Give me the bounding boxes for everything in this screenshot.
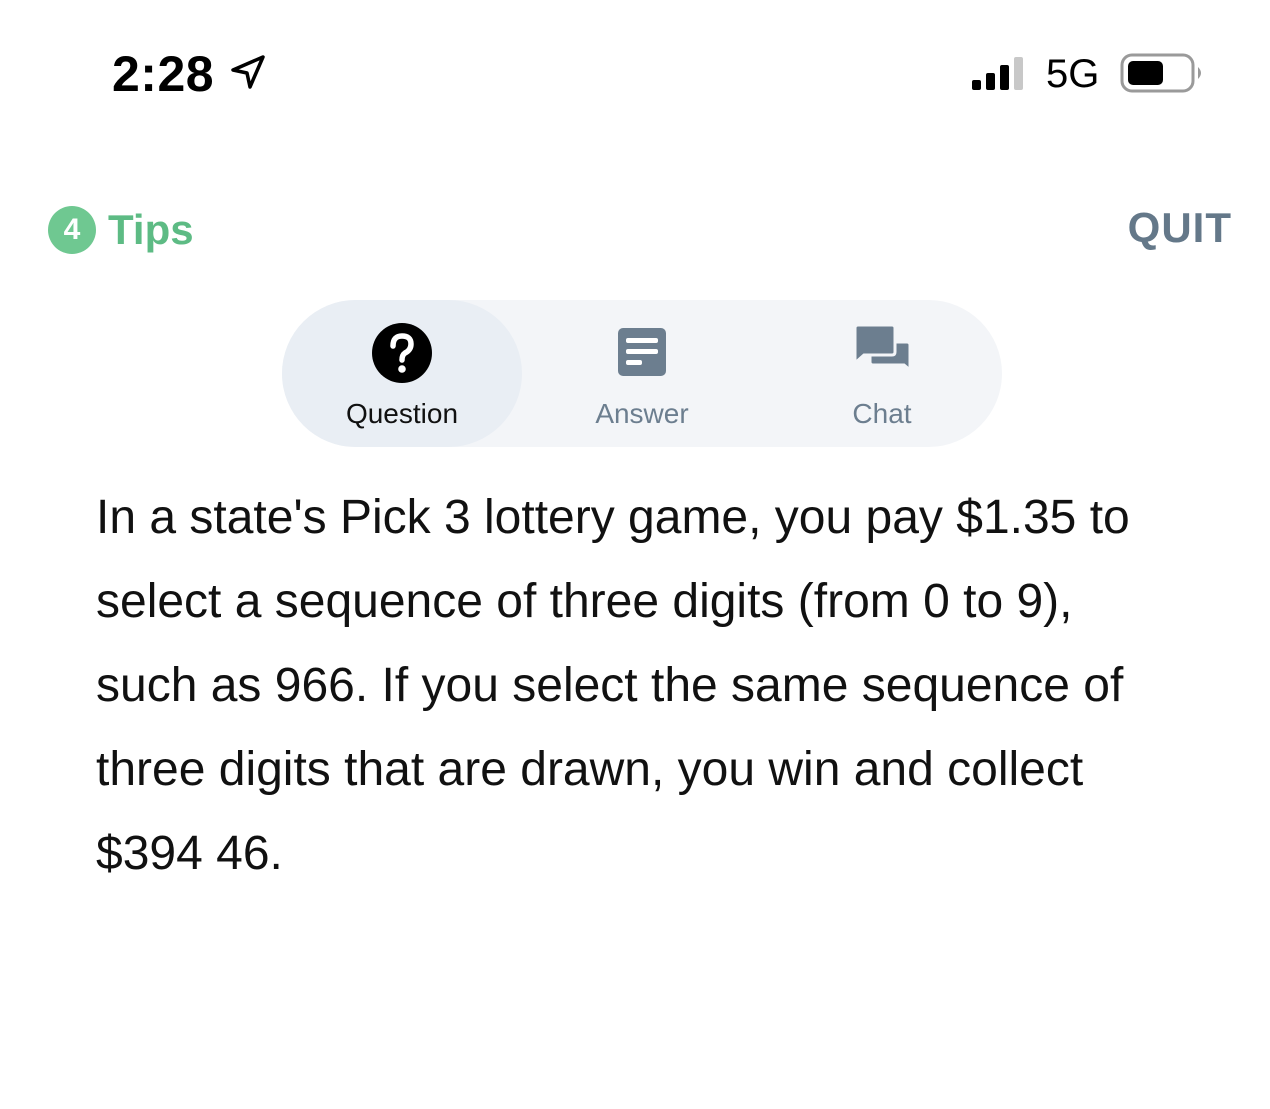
tips-button[interactable]: 4 Tips	[48, 205, 194, 255]
tab-chat-label: Chat	[852, 398, 912, 429]
tab-switcher: Question Answer Chat	[282, 300, 1002, 447]
tips-count-badge: 4	[48, 206, 96, 254]
answer-icon	[618, 328, 666, 376]
question-text: In a state's Pick 3 lottery game, you pa…	[96, 491, 1130, 880]
battery-icon	[1120, 53, 1201, 93]
tab-answer-label: Answer	[595, 398, 689, 429]
tab-chat[interactable]: Chat	[762, 300, 1002, 447]
quit-button[interactable]: QUIT	[1128, 204, 1232, 252]
question-screen: 2:28 5G 4 Tips QUIT Question Answer Chat…	[0, 0, 1270, 1109]
tips-label: Tips	[108, 206, 194, 253]
network-type: 5G	[1046, 52, 1100, 96]
tab-question-label: Question	[345, 398, 459, 429]
status-time: 2:28	[112, 46, 215, 102]
tab-answer[interactable]: Answer	[522, 300, 762, 447]
signal-icon	[972, 57, 1023, 90]
question-icon	[372, 323, 432, 383]
chat-icon	[853, 323, 912, 374]
tab-question[interactable]: Question	[282, 300, 522, 447]
location-arrow-icon	[231, 55, 265, 89]
